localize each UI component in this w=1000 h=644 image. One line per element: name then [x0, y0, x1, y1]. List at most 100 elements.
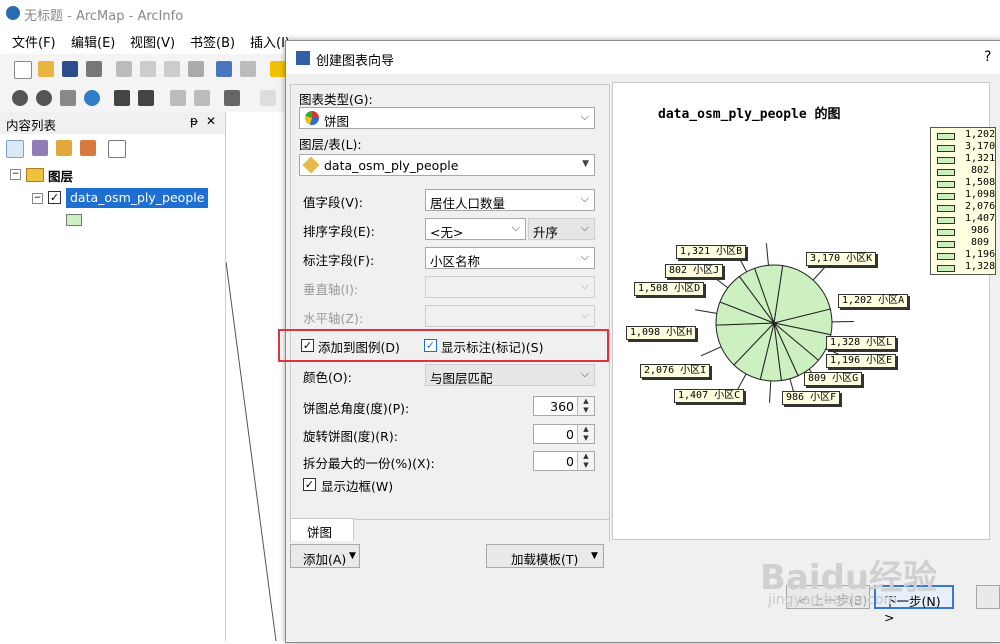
- list-by-drawing-order-icon[interactable]: [6, 140, 24, 158]
- slice-label-h: 1,098 小区H: [626, 326, 696, 340]
- app-title: 无标题 - ArcMap - ArcInfo: [24, 5, 183, 24]
- color-value: 与图层匹配: [430, 368, 493, 387]
- save-icon[interactable]: [62, 61, 78, 77]
- chart-wizard-icon: [296, 51, 310, 65]
- sort-field-select[interactable]: <无> ⌵: [425, 218, 526, 240]
- full-extent-icon[interactable]: [84, 90, 100, 106]
- help-button[interactable]: ?: [984, 49, 991, 65]
- slice-label-a: 1,202 小区A: [838, 294, 908, 308]
- legend-swatch: [937, 241, 955, 248]
- app-titlebar: 无标题 - ArcMap - ArcInfo: [0, 0, 1000, 28]
- tab-pie[interactable]: 饼图: [290, 518, 354, 541]
- legend-label: 809: [971, 237, 989, 248]
- print-icon[interactable]: [86, 61, 102, 77]
- layer-table-select[interactable]: data_osm_ply_people ▼: [299, 154, 595, 176]
- slice-label-f: 986 小区F: [782, 391, 840, 405]
- select-features-icon[interactable]: [224, 90, 240, 106]
- legend-swatch: [937, 253, 955, 260]
- pie-angle-spinner[interactable]: 360 ▲▼: [533, 396, 595, 416]
- delete-icon[interactable]: [188, 61, 204, 77]
- add-graph-button[interactable]: 添加(A) ▼: [290, 544, 360, 568]
- undo-icon[interactable]: [216, 61, 232, 77]
- add-data-icon[interactable]: [270, 61, 286, 77]
- legend-item: 1,328: [935, 262, 995, 274]
- pie-chart-icon: [305, 111, 319, 125]
- toc-toolbar: [0, 136, 225, 162]
- menu-bookmarks[interactable]: 书签(B): [190, 32, 235, 51]
- spinner-arrows-icon[interactable]: ▲▼: [577, 452, 594, 470]
- tools-toolbar: [0, 84, 300, 112]
- collapse-layers-icon[interactable]: −: [10, 169, 21, 180]
- legend-swatch: [937, 193, 955, 200]
- chevron-down-icon: ⌵: [581, 221, 589, 235]
- menu-view[interactable]: 视图(V): [130, 32, 175, 51]
- rotate-pie-spinner[interactable]: 0 ▲▼: [533, 424, 595, 444]
- legend-swatch: [937, 229, 955, 236]
- value-field-value: 居住人口数量: [430, 193, 505, 212]
- menu-file[interactable]: 文件(F): [12, 32, 56, 51]
- slice-label-l: 1,328 小区L: [826, 336, 896, 350]
- back-extent-icon[interactable]: [170, 90, 186, 106]
- sort-field-value: <无>: [430, 222, 463, 241]
- zoom-in-icon[interactable]: [12, 90, 28, 106]
- pie-angle-value: 360: [550, 399, 574, 414]
- layer-name-highlight[interactable]: data_osm_ply_people: [66, 188, 208, 208]
- close-icon[interactable]: ✕: [206, 114, 216, 128]
- pan-hand-icon[interactable]: [60, 90, 76, 106]
- legend-label: 1,202: [965, 129, 995, 140]
- chevron-down-icon: ⌵: [581, 110, 589, 124]
- forward-extent-icon[interactable]: [194, 90, 210, 106]
- show-border-checkbox[interactable]: ✓: [303, 478, 316, 491]
- sort-order-select[interactable]: 升序 ⌵: [528, 218, 595, 240]
- chart-title: data_osm_ply_people 的图: [658, 103, 841, 122]
- paste-icon[interactable]: [164, 61, 180, 77]
- fixed-zoom-in-icon[interactable]: [114, 90, 130, 106]
- load-template-label: 加载模板(T): [511, 549, 578, 568]
- legend-label: 986: [971, 225, 989, 236]
- rotate-pie-value: 0: [566, 427, 574, 442]
- menu-insert[interactable]: 插入(I): [250, 32, 290, 51]
- explode-label: 拆分最大的一份(%)(X):: [303, 453, 435, 472]
- options-icon[interactable]: [108, 140, 126, 158]
- open-folder-icon[interactable]: [38, 61, 54, 77]
- legend-swatch: [937, 133, 955, 140]
- slice-label-d: 1,508 小区D: [634, 282, 704, 296]
- value-field-select[interactable]: 居住人口数量 ⌵: [425, 189, 595, 211]
- explode-spinner[interactable]: 0 ▲▼: [533, 451, 595, 471]
- value-field-label: 值字段(V):: [303, 192, 363, 211]
- legend-label: 3,170: [965, 141, 995, 152]
- chart-type-select[interactable]: 饼图 ⌵: [299, 107, 595, 129]
- spinner-arrows-icon[interactable]: ▲▼: [577, 397, 594, 415]
- dropdown-arrow-icon: ▼: [591, 551, 598, 561]
- fixed-zoom-out-icon[interactable]: [138, 90, 154, 106]
- legend-swatch: [937, 181, 955, 188]
- legend-label: 1,098: [965, 189, 995, 200]
- zoom-out-icon[interactable]: [36, 90, 52, 106]
- chevron-down-icon: ⌵: [581, 367, 589, 381]
- clear-selection-icon[interactable]: [260, 90, 276, 106]
- slice-label-i: 2,076 小区I: [640, 364, 710, 378]
- spinner-arrows-icon[interactable]: ▲▼: [577, 425, 594, 443]
- leader-line-小区H: [695, 310, 717, 314]
- list-by-selection-icon[interactable]: [80, 140, 96, 156]
- redo-icon[interactable]: [240, 61, 256, 77]
- list-by-source-icon[interactable]: [32, 140, 48, 156]
- cut-icon[interactable]: [116, 61, 132, 77]
- copy-icon[interactable]: [140, 61, 156, 77]
- leader-line-小区K: [813, 264, 828, 280]
- slice-label-b: 1,321 小区B: [676, 245, 746, 259]
- slice-label-k: 3,170 小区K: [806, 252, 876, 266]
- list-by-visibility-icon[interactable]: [56, 140, 72, 156]
- legend-label: 1,328: [965, 261, 995, 272]
- layer-symbol-swatch[interactable]: [66, 214, 82, 226]
- load-template-button[interactable]: 加载模板(T) ▼: [486, 544, 604, 568]
- color-select[interactable]: 与图层匹配 ⌵: [425, 364, 595, 386]
- pin-icon[interactable]: ᵽ: [190, 114, 198, 128]
- menu-edit[interactable]: 编辑(E): [71, 32, 115, 51]
- chevron-down-icon: ⌵: [581, 192, 589, 206]
- new-document-icon[interactable]: [14, 61, 32, 79]
- map-view[interactable]: [226, 112, 286, 641]
- label-field-select[interactable]: 小区名称 ⌵: [425, 247, 595, 269]
- layer-visibility-checkbox[interactable]: ✓: [48, 191, 61, 204]
- collapse-layer-icon[interactable]: −: [32, 193, 43, 204]
